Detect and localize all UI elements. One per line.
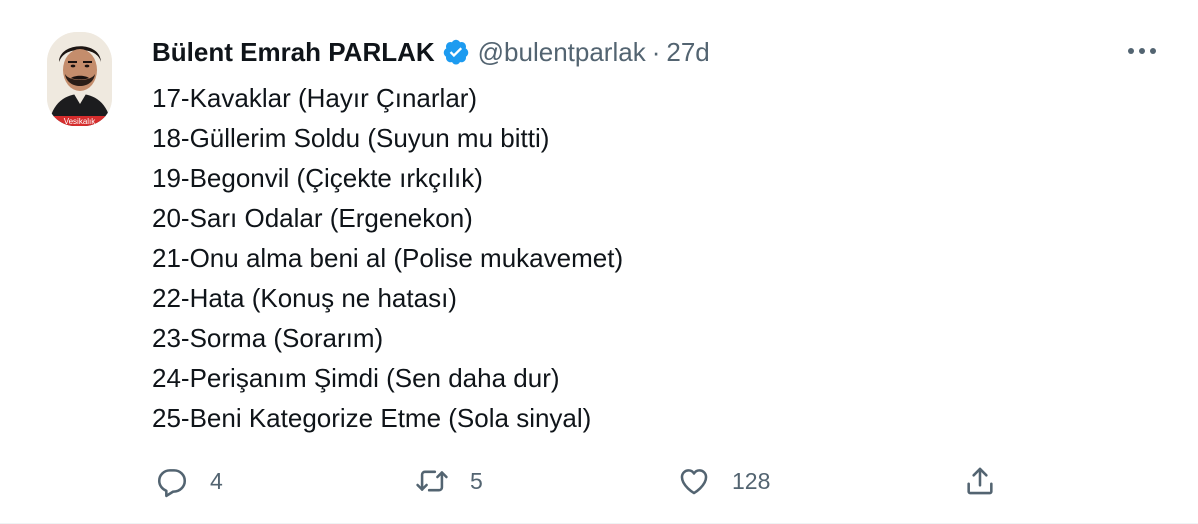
separator-dot: · xyxy=(651,36,661,67)
retweet-icon xyxy=(412,461,452,501)
tweet-actions: 4 5 128 xyxy=(152,460,1012,502)
avatar[interactable]: Vesikalık xyxy=(47,32,112,126)
like-count: 128 xyxy=(732,467,771,494)
tweet-line: 25-Beni Kategorize Etme (Sola sinyal) xyxy=(152,403,592,433)
timestamp[interactable]: 27d xyxy=(666,37,709,68)
verified-badge-icon xyxy=(442,38,470,66)
tweet-line: 17-Kavaklar (Hayır Çınarlar) xyxy=(152,83,478,113)
display-name[interactable]: Bülent Emrah PARLAK xyxy=(152,37,435,68)
tweet-line: 18-Güllerim Soldu (Suyun mu bitti) xyxy=(152,123,550,153)
tweet[interactable]: Vesikalık Bülent Emrah PARLAK @bulentpar… xyxy=(0,0,1198,524)
tweet-line: 21-Onu alma beni al (Polise mukavemet) xyxy=(152,243,624,273)
reply-button[interactable]: 4 xyxy=(152,460,223,502)
tweet-line: 23-Sorma (Sorarım) xyxy=(152,323,384,353)
share-button[interactable] xyxy=(960,460,1000,502)
tweet-text: 17-Kavaklar (Hayır Çınarlar) 18-Güllerim… xyxy=(152,78,623,438)
like-button[interactable]: 128 xyxy=(674,460,770,502)
tweet-line: 20-Sarı Odalar (Ergenekon) xyxy=(152,203,473,233)
avatar-label: Vesikalık xyxy=(64,117,97,126)
retweet-count: 5 xyxy=(470,467,483,494)
heart-icon xyxy=(674,461,714,501)
reply-count: 4 xyxy=(210,467,223,494)
share-icon xyxy=(960,461,1000,501)
handle[interactable]: @bulentparlak xyxy=(478,37,646,68)
more-options-button[interactable] xyxy=(1122,36,1162,66)
reply-icon xyxy=(152,461,192,501)
avatar-photo: Vesikalık xyxy=(47,32,112,126)
tweet-line: 24-Perişanım Şimdi (Sen daha dur) xyxy=(152,363,560,393)
tweet-line: 19-Begonvil (Çiçekte ırkçılık) xyxy=(152,163,483,193)
tweet-header: Bülent Emrah PARLAK @bulentparlak · 27d xyxy=(152,34,710,70)
retweet-button[interactable]: 5 xyxy=(412,460,483,502)
more-horizontal-icon xyxy=(1128,48,1156,54)
tweet-line: 22-Hata (Konuş ne hatası) xyxy=(152,283,457,313)
